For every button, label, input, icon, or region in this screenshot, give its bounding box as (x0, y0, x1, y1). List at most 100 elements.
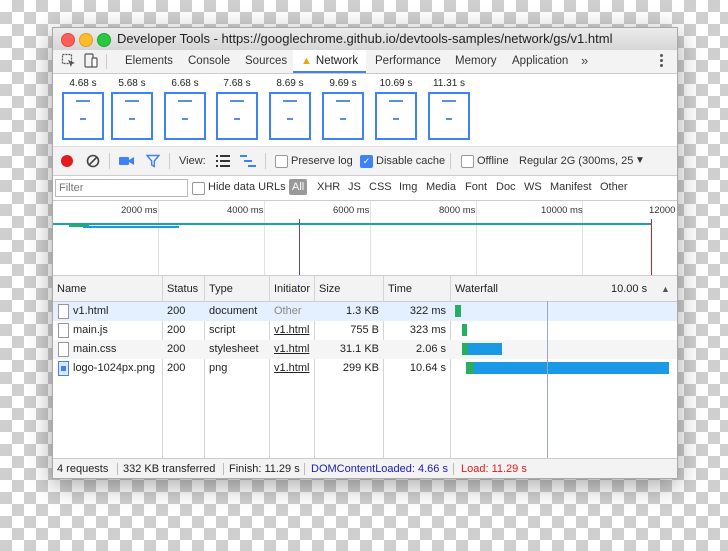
waterfall-waiting-bar[interactable] (461, 343, 469, 355)
hide-data-urls-checkbox[interactable] (192, 182, 205, 195)
waterfall-waiting-bar[interactable] (461, 324, 468, 336)
cell-name: v1.html (73, 305, 109, 317)
tab-console[interactable]: Console (180, 50, 238, 73)
cell-size: 1.3 KB (345, 305, 379, 317)
cell-initiator-link[interactable]: v1.html (274, 343, 309, 355)
device-toolbar-icon[interactable] (83, 53, 99, 69)
cell-type: script (209, 324, 236, 336)
overview-receiving-line (83, 226, 179, 228)
sort-arrow-icon[interactable]: ▲ (661, 284, 670, 294)
cell-status: 200 (167, 343, 186, 355)
filter-type-font[interactable]: Font (465, 181, 487, 193)
filmstrip-frame[interactable]: 8.69 s (268, 78, 312, 140)
column-header-time[interactable]: Time (388, 283, 412, 295)
status-divider (453, 463, 454, 475)
waterfall-receiving-bar[interactable] (468, 343, 502, 355)
tab-network[interactable]: ▲ Network (293, 50, 367, 73)
waterfall-overview-icon[interactable] (240, 155, 256, 167)
tab-sources[interactable]: Sources (237, 50, 295, 73)
document-file-icon (58, 342, 69, 357)
filmstrip-frame[interactable]: 7.68 s (215, 78, 259, 140)
filter-input[interactable] (55, 179, 188, 197)
filmstrip-frame[interactable]: 11.31 s (427, 78, 471, 140)
disable-cache-checkbox[interactable]: ✓ (360, 155, 373, 168)
filter-type-all[interactable]: All (289, 179, 308, 195)
cell-status: 200 (167, 324, 186, 336)
throttling-select[interactable]: Regular 2G (300ms, 25 (519, 155, 633, 167)
overview-activity-line (53, 223, 651, 225)
minimize-window-button[interactable] (79, 33, 93, 47)
tab-divider (106, 54, 107, 69)
devtools-window: Developer Tools - https://googlechrome.g… (52, 27, 678, 479)
record-button[interactable] (61, 155, 73, 167)
cell-initiator-link[interactable]: v1.html (274, 324, 309, 336)
panel-tab-bar: Elements Console Sources ▲ Network Perfor… (53, 50, 677, 74)
title-bar: Developer Tools - https://googlechrome.g… (53, 28, 677, 51)
column-header-waterfall[interactable]: Waterfall (455, 283, 498, 295)
frame-time: 6.68 s (171, 78, 199, 89)
filmstrip-frame[interactable]: 9.69 s (321, 78, 365, 140)
frame-time: 5.68 s (118, 78, 146, 89)
frame-screenshot (164, 92, 206, 140)
cell-size: 31.1 KB (339, 343, 379, 355)
filter-type-doc[interactable]: Doc (496, 181, 516, 193)
filter-type-img[interactable]: Img (399, 181, 417, 193)
throttling-caret-icon[interactable]: ▼ (635, 155, 645, 166)
large-rows-icon[interactable] (216, 155, 230, 167)
waterfall-waiting-bar[interactable] (466, 362, 474, 374)
table-row[interactable]: logo-1024px.png 200 png v1.html 299 KB 1… (53, 359, 677, 378)
column-header-status[interactable]: Status (167, 283, 198, 295)
waterfall-waiting-bar[interactable] (455, 305, 461, 317)
timeline-overview[interactable]: 2000 ms 4000 ms 6000 ms 8000 ms 10000 ms… (53, 201, 677, 276)
filter-type-xhr[interactable]: XHR (317, 181, 340, 193)
frame-time: 9.69 s (329, 78, 357, 89)
filmstrip-frame[interactable]: 6.68 s (163, 78, 207, 140)
cell-status: 200 (167, 362, 186, 374)
load-time: Load: 11.29 s (461, 463, 527, 475)
cell-initiator: Other (274, 305, 302, 317)
table-row[interactable]: main.js 200 script v1.html 755 B 323 ms (53, 321, 677, 340)
column-header-type[interactable]: Type (209, 283, 233, 295)
waterfall-domcontentloaded-line (547, 301, 548, 458)
zoom-window-button[interactable] (97, 33, 111, 47)
cell-type: png (209, 362, 228, 374)
table-row[interactable]: main.css 200 stylesheet v1.html 31.1 KB … (53, 340, 677, 359)
filter-type-other[interactable]: Other (600, 181, 628, 193)
tab-memory[interactable]: Memory (447, 50, 505, 73)
preserve-log-checkbox[interactable] (275, 155, 288, 168)
kebab-menu-icon[interactable] (660, 54, 663, 69)
table-row[interactable]: v1.html 200 document Other 1.3 KB 322 ms (53, 302, 677, 321)
warning-icon: ▲ (301, 55, 312, 67)
toolbar-divider (169, 153, 170, 169)
frame-screenshot (428, 92, 470, 140)
filter-type-js[interactable]: JS (348, 181, 361, 193)
filter-funnel-icon[interactable] (146, 154, 160, 168)
tab-performance[interactable]: Performance (367, 50, 449, 73)
clear-icon[interactable] (86, 154, 100, 168)
cell-initiator-link[interactable]: v1.html (274, 362, 309, 374)
offline-checkbox[interactable] (461, 155, 474, 168)
tab-elements[interactable]: Elements (117, 50, 181, 73)
overview-tick-label: 2000 ms (121, 205, 158, 216)
filmstrip-frame[interactable]: 10.69 s (374, 78, 418, 140)
close-window-button[interactable] (61, 33, 75, 47)
filmstrip-frame[interactable]: 4.68 s (61, 78, 105, 140)
filter-type-css[interactable]: CSS (369, 181, 392, 193)
transferred-size: 332 KB transferred (123, 463, 216, 475)
tab-application[interactable]: Application (504, 50, 576, 73)
inspect-element-icon[interactable] (61, 53, 77, 69)
filter-type-manifest[interactable]: Manifest (550, 181, 592, 193)
video-camera-icon[interactable] (119, 155, 135, 167)
more-tabs-button[interactable]: » (581, 50, 588, 72)
tab-label: Sources (245, 55, 288, 67)
waterfall-scale: 10.00 s (611, 283, 648, 295)
filmstrip-frame[interactable]: 5.68 s (110, 78, 154, 140)
waterfall-receiving-bar[interactable] (474, 362, 669, 374)
tab-label: Application (512, 55, 569, 67)
tab-label: Network (315, 55, 359, 67)
column-header-initiator[interactable]: Initiator (274, 283, 310, 295)
column-header-name[interactable]: Name (57, 283, 86, 295)
filter-type-media[interactable]: Media (426, 181, 456, 193)
column-header-size[interactable]: Size (319, 283, 340, 295)
filter-type-ws[interactable]: WS (524, 181, 542, 193)
